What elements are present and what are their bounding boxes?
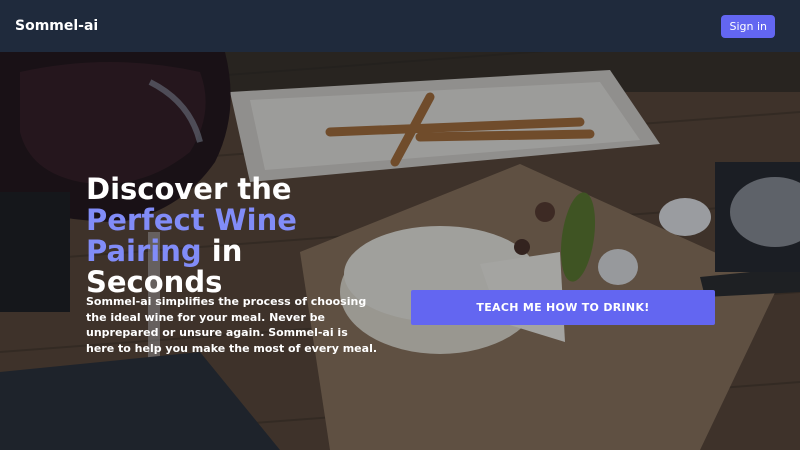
sign-in-button[interactable]: Sign in bbox=[721, 14, 775, 38]
brand-logo-text[interactable]: Sommel-ai bbox=[15, 18, 98, 34]
headline-accent-text: Perfect Wine Pairing bbox=[86, 203, 297, 268]
top-navbar: Sommel-ai Sign in bbox=[0, 0, 800, 52]
teach-me-button[interactable]: TEACH ME HOW TO DRINK! bbox=[411, 290, 715, 325]
headline-text-1: Discover the bbox=[86, 172, 292, 206]
hero-section: Discover the Perfect Wine Pairing in Sec… bbox=[0, 52, 800, 450]
hero-description: Sommel-ai simplifies the process of choo… bbox=[86, 295, 378, 355]
hero-headline: Discover the Perfect Wine Pairing in Sec… bbox=[86, 174, 386, 298]
